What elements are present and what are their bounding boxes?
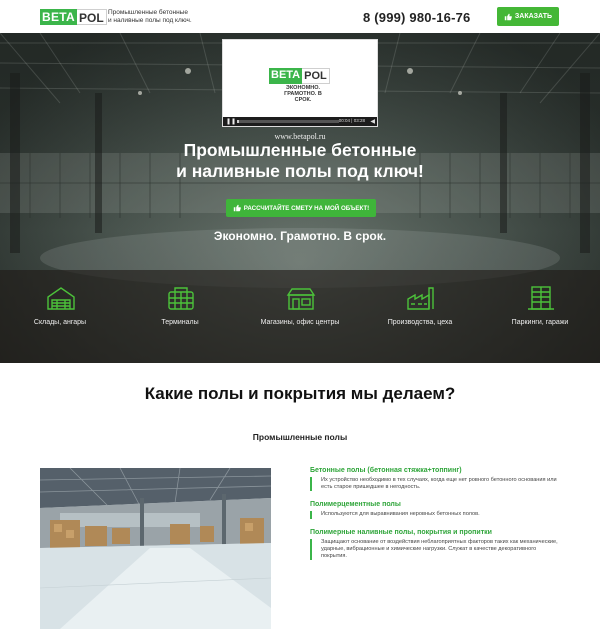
video-logo-beta: BETA	[269, 68, 303, 84]
category-warehouses[interactable]: Склады, ангары	[0, 270, 120, 363]
category-factories[interactable]: Производства, цеха	[360, 270, 480, 363]
hero-title-line-1: Промышленные бетонные	[183, 140, 417, 160]
floor-type-description: Используются для выравнивания неровных б…	[310, 511, 560, 519]
order-button-label: ЗАКАЗАТЬ	[514, 13, 553, 20]
floor-type-title[interactable]: Полимерные наливные полы, покрытия и про…	[310, 529, 560, 536]
category-label: Терминалы	[161, 319, 199, 326]
video-slogan-line-2: ГРАМОТНО. В СРОК.	[284, 91, 322, 103]
site-header: BETA POL Промышленные бетонные и наливны…	[0, 0, 600, 33]
floor-type-title[interactable]: Бетонные полы (бетонная стяжка+топпинг)	[310, 467, 560, 474]
floor-type-item: Полимерные наливные полы, покрытия и про…	[310, 529, 560, 561]
video-controls: ❚❚ 00:04 | 03:28 ◀	[223, 117, 377, 126]
logo-pol: POL	[76, 9, 107, 25]
category-label: Производства, цеха	[387, 319, 453, 326]
floor-type-title[interactable]: Полимерцементные полы	[310, 501, 560, 508]
video-player[interactable]: BETA POL ЭКОНОМНО. ГРАМОТНО. В СРОК. ❚❚ …	[222, 39, 378, 127]
order-button[interactable]: ЗАКАЗАТЬ	[497, 7, 559, 26]
video-time: 00:04 | 03:28	[338, 118, 365, 123]
store-icon	[286, 288, 316, 310]
floor-type-description: Их устройство необходимо в тех случаях, …	[310, 477, 560, 492]
video-logo-pol: POL	[302, 68, 330, 84]
thumbs-up-icon	[233, 204, 241, 212]
factory-icon	[407, 287, 434, 310]
tagline-line-2: и наливные полы под ключ.	[108, 17, 192, 24]
site-logo[interactable]: BETA POL	[40, 9, 107, 25]
category-label: Паркинги, гаражи	[511, 319, 569, 326]
pause-icon[interactable]: ❚❚	[226, 118, 236, 125]
floor-type-item: Бетонные полы (бетонная стяжка+топпинг) …	[310, 467, 560, 492]
hero-subtitle: Экономно. Грамотно. В срок.	[213, 229, 387, 243]
category-stores[interactable]: Магазины, офис центры	[240, 270, 360, 363]
warehouse-floor-image	[40, 468, 271, 629]
video-progress-fill	[237, 120, 240, 123]
phone-number[interactable]: 8 (999) 980-16-76	[363, 10, 470, 25]
floor-types-list: Бетонные полы (бетонная стяжка+топпинг) …	[310, 467, 560, 561]
section-subtitle: Промышленные полы	[252, 432, 348, 442]
category-label: Склады, ангары	[33, 319, 87, 326]
video-progress-bar[interactable]	[237, 120, 339, 123]
industrial-floor-photo	[40, 468, 271, 629]
hero-section: BETA POL ЭКОНОМНО. ГРАМОТНО. В СРОК. ❚❚ …	[0, 33, 600, 363]
hero-title-line-2: и наливные полы под ключ!	[176, 161, 424, 181]
thumbs-up-icon	[504, 13, 512, 20]
logo-beta: BETA	[40, 9, 77, 25]
video-slogan: ЭКОНОМНО. ГРАМОТНО. В СРОК.	[275, 85, 331, 103]
categories-bar: Склады, ангары Терминалы Магазины, офис …	[0, 270, 600, 363]
video-logo: BETA POL	[269, 68, 330, 84]
estimate-button[interactable]: РАССЧИТАЙТЕ СМЕТУ НА МОЙ ОБЪЕКТ!	[226, 199, 376, 217]
terminal-icon	[168, 287, 194, 310]
parking-icon	[528, 286, 554, 310]
floor-type-description: Защищают основание от воздействия неблаг…	[310, 538, 560, 561]
hero-title: Промышленные бетонные и наливные полы по…	[0, 140, 600, 182]
tagline-line-1: Промышленные бетонные	[108, 9, 188, 16]
volume-icon[interactable]: ◀	[370, 118, 375, 125]
category-label: Магазины, офис центры	[260, 319, 340, 326]
category-terminals[interactable]: Терминалы	[120, 270, 240, 363]
hangar-icon	[47, 287, 75, 310]
section-title: Какие полы и покрытия мы делаем?	[144, 384, 456, 403]
floor-type-item: Полимерцементные полы Используются для в…	[310, 501, 560, 519]
category-parking[interactable]: Паркинги, гаражи	[480, 270, 600, 363]
estimate-button-label: РАССЧИТАЙТЕ СМЕТУ НА МОЙ ОБЪЕКТ!	[243, 204, 370, 212]
header-tagline: Промышленные бетонные и наливные полы по…	[108, 9, 228, 25]
